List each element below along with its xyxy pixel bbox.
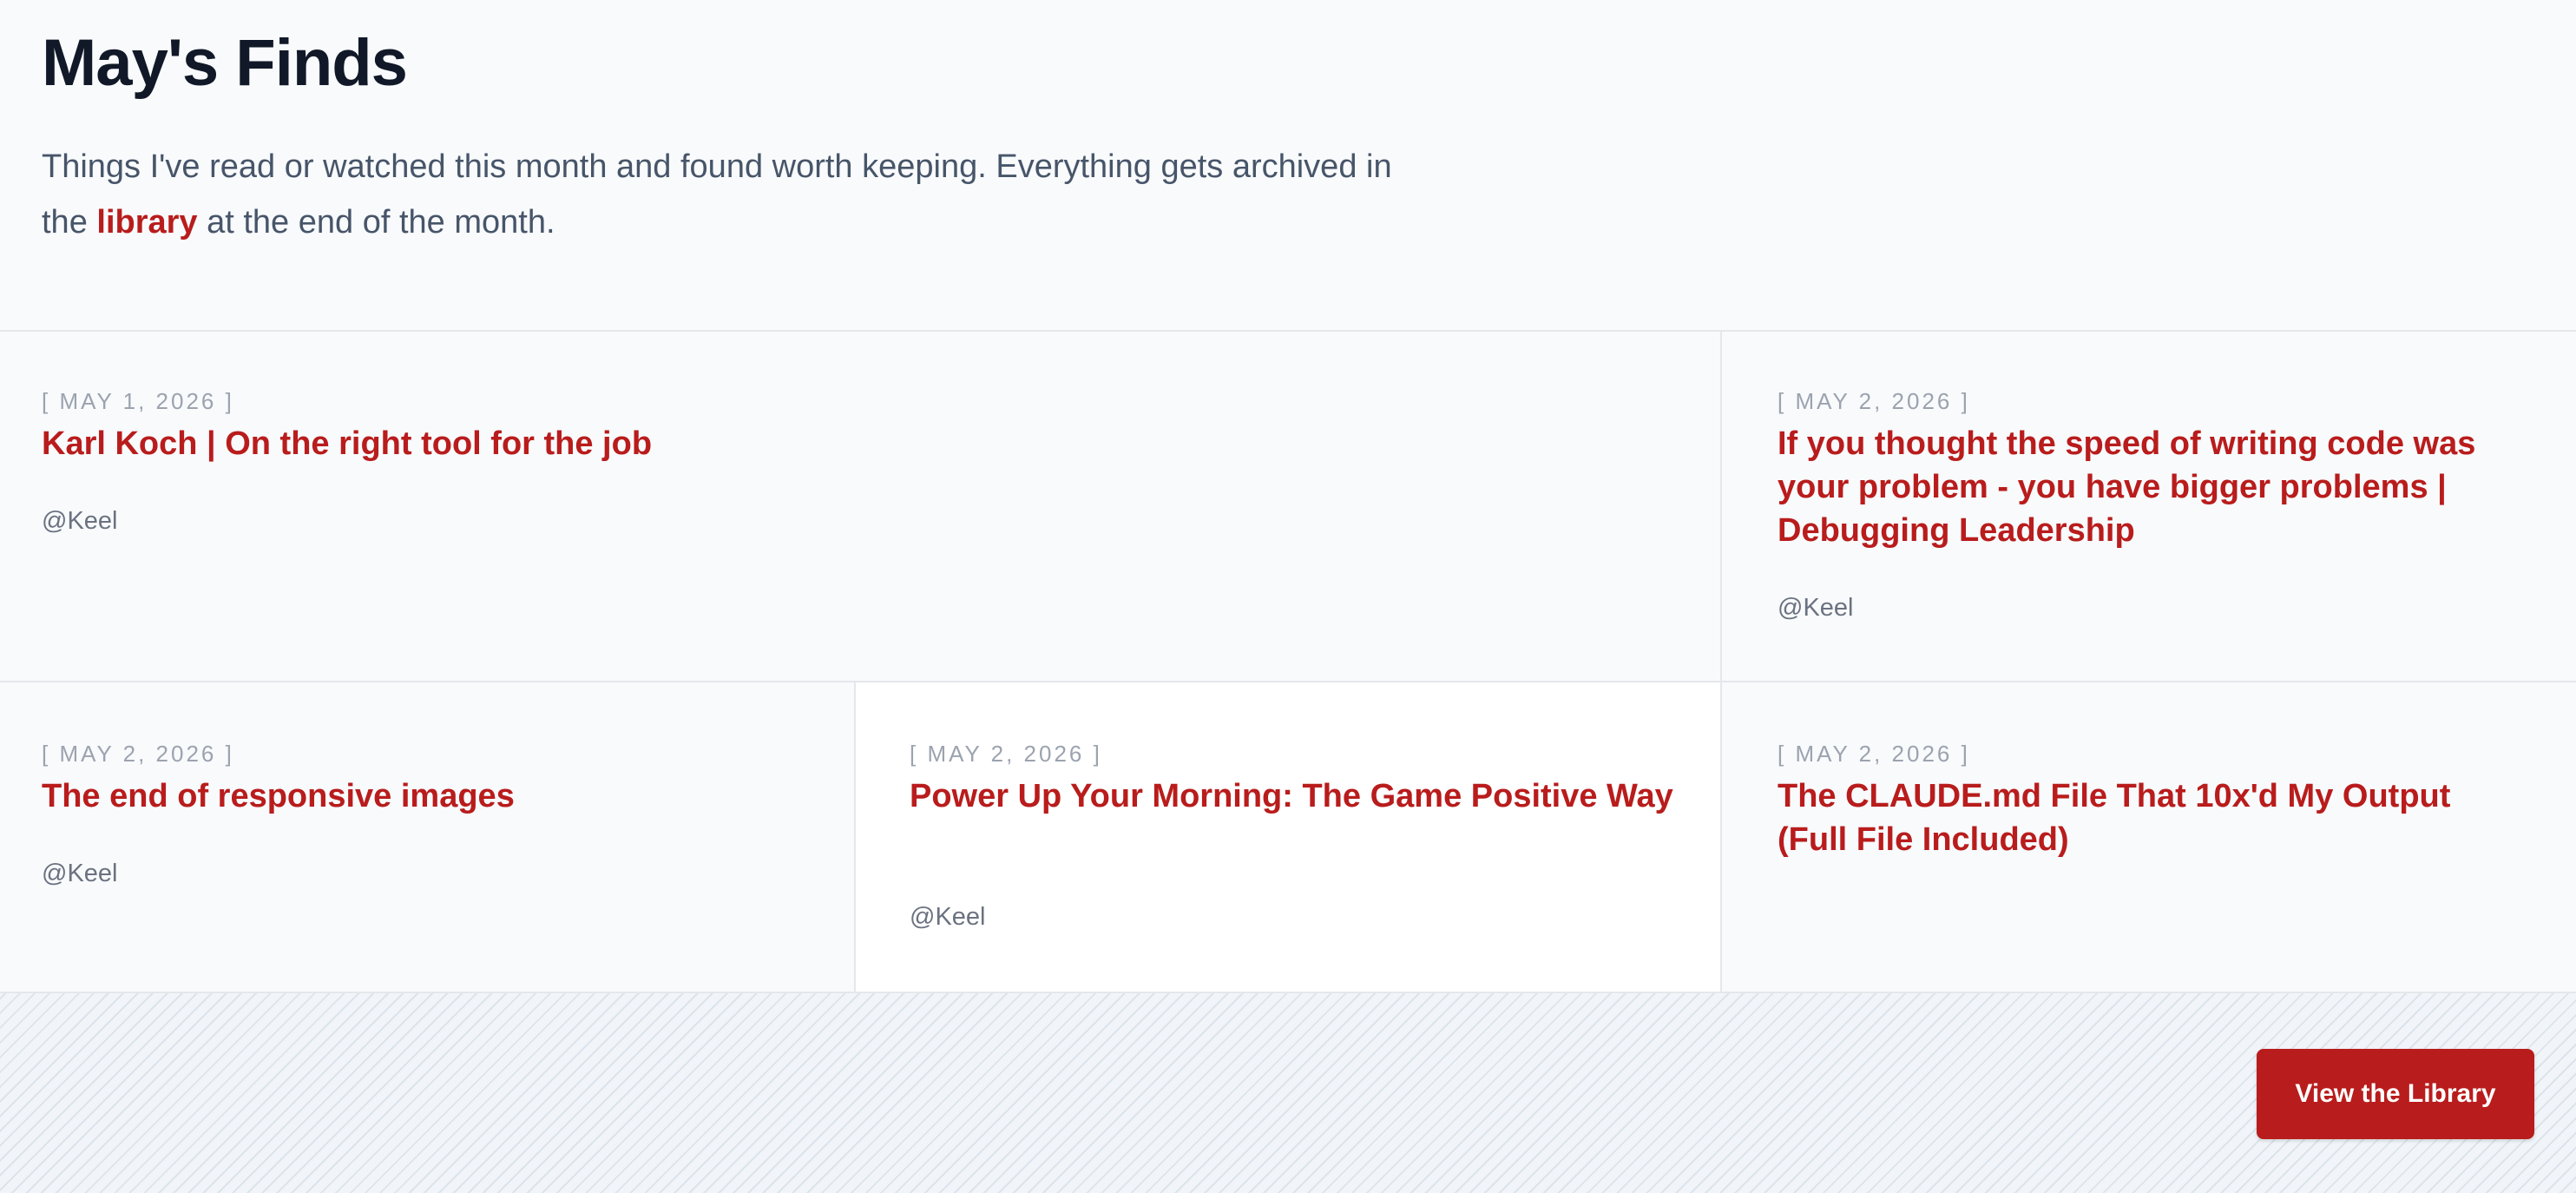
card-date: [ MAY 2, 2026 ] (1778, 741, 1970, 767)
find-card[interactable]: [ MAY 1, 2026 ] Karl Koch | On the right… (0, 332, 1722, 682)
card-author: @Keel (910, 903, 986, 931)
intro-text-end: at the end of the month. (197, 204, 555, 241)
footer-band: View the Library (0, 993, 2576, 1193)
card-date: [ MAY 2, 2026 ] (42, 741, 234, 767)
finds-grid: [ MAY 1, 2026 ] Karl Koch | On the right… (0, 332, 2576, 993)
card-title-link[interactable]: If you thought the speed of writing code… (1778, 422, 2541, 552)
card-date: [ MAY 2, 2026 ] (1778, 388, 1970, 414)
card-title-link[interactable]: The CLAUDE.md File That 10x'd My Output … (1778, 774, 2524, 861)
library-link[interactable]: library (96, 204, 197, 241)
find-card[interactable]: [ MAY 2, 2026 ] The end of responsive im… (0, 682, 856, 993)
card-date: [ MAY 1, 2026 ] (42, 388, 234, 414)
card-author: @Keel (42, 507, 118, 535)
intro-text: Things I've read or watched this month a… (42, 139, 1396, 250)
card-author: @Keel (1778, 594, 1854, 622)
find-card[interactable]: [ MAY 2, 2026 ] Power Up Your Morning: T… (856, 682, 1722, 993)
view-library-button[interactable]: View the Library (2257, 1049, 2534, 1139)
card-title-link[interactable]: Karl Koch | On the right tool for the jo… (42, 422, 1673, 465)
page-title: May's Finds (42, 26, 408, 100)
card-title-link[interactable]: Power Up Your Morning: The Game Positive… (910, 774, 1673, 818)
card-date: [ MAY 2, 2026 ] (910, 741, 1102, 767)
card-title-link[interactable]: The end of responsive images (42, 774, 805, 818)
find-card[interactable]: [ MAY 2, 2026 ] If you thought the speed… (1722, 332, 2576, 682)
card-author: @Keel (42, 860, 118, 887)
page-header: May's Finds Things I've read or watched … (0, 0, 2576, 332)
find-card[interactable]: [ MAY 2, 2026 ] The CLAUDE.md File That … (1722, 682, 2576, 993)
